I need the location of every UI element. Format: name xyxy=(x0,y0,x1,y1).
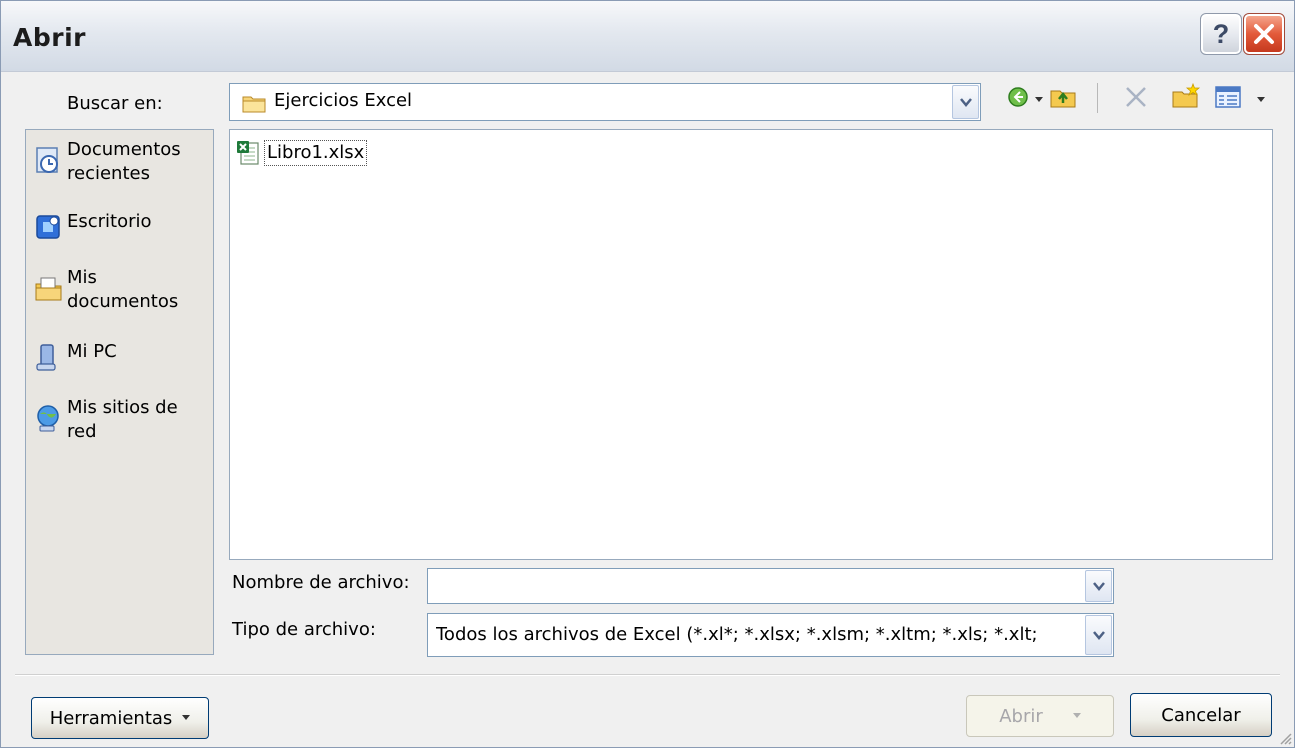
excel-file-icon xyxy=(237,141,259,165)
tools-button-label: Herramientas xyxy=(49,707,173,729)
views-dropdown-icon[interactable] xyxy=(1257,97,1265,103)
resize-grip-icon[interactable] xyxy=(1278,731,1292,745)
place-desktop[interactable]: Escritorio xyxy=(34,210,212,244)
filename-input[interactable] xyxy=(432,573,1076,601)
place-my-documents[interactable]: Mis documentos xyxy=(34,266,212,314)
recent-documents-icon xyxy=(36,147,58,173)
filename-label: Nombre de archivo: xyxy=(232,572,410,593)
back-icon[interactable] xyxy=(1007,86,1029,108)
filetype-label: Tipo de archivo: xyxy=(232,619,376,640)
filetype-value: Todos los archivos de Excel (*.xl*; *.xl… xyxy=(436,624,1038,645)
desktop-icon xyxy=(36,215,60,239)
question-mark-icon: ? xyxy=(1212,18,1230,49)
up-one-level-icon[interactable] xyxy=(1049,85,1077,109)
toolbar-divider xyxy=(1097,83,1098,113)
open-dropdown-icon xyxy=(1072,713,1081,718)
delete-icon[interactable] xyxy=(1124,85,1148,109)
filetype-dropdown-button[interactable] xyxy=(1085,615,1112,655)
place-label: Mis documentos xyxy=(67,267,179,312)
views-icon[interactable] xyxy=(1215,86,1241,108)
title-bar[interactable]: Abrir ? xyxy=(1,1,1294,72)
place-label: Mis sitios de red xyxy=(67,397,178,442)
filename-label-text: Nombre de archivo: xyxy=(232,572,410,593)
filename-dropdown-button[interactable] xyxy=(1085,570,1112,602)
place-label: Escritorio xyxy=(67,211,152,232)
open-button-label: Abrir xyxy=(999,705,1043,727)
filename-combo[interactable] xyxy=(427,568,1114,604)
filetype-label-text: Tipo de archivo: xyxy=(232,619,376,640)
cancel-button[interactable]: Cancelar xyxy=(1130,693,1272,737)
look-in-label-text: Buscar en: xyxy=(67,93,163,114)
back-dropdown-icon[interactable] xyxy=(1035,97,1043,103)
places-bar: Documentos recientes Escritorio Mis docu… xyxy=(25,129,214,655)
file-name: Libro1.xlsx xyxy=(264,140,368,166)
close-icon xyxy=(1254,24,1274,44)
place-recent-documents[interactable]: Documentos recientes xyxy=(34,138,212,186)
look-in-label: Buscar en: xyxy=(67,93,163,114)
dialog-title: Abrir xyxy=(13,23,86,52)
chevron-down-icon xyxy=(1092,581,1105,591)
help-button[interactable]: ? xyxy=(1200,13,1242,55)
place-label: Documentos recientes xyxy=(67,139,181,184)
place-network-places[interactable]: Mis sitios de red xyxy=(34,396,212,444)
look-in-dropdown-button[interactable] xyxy=(952,85,979,119)
filetype-combo[interactable]: Todos los archivos de Excel (*.xl*; *.xl… xyxy=(427,613,1114,657)
close-button[interactable] xyxy=(1243,13,1285,55)
open-dialog: Abrir ? Buscar en: Ejercicios Excel Docu… xyxy=(0,0,1295,748)
look-in-value: Ejercicios Excel xyxy=(274,90,413,111)
footer-separator xyxy=(15,674,1280,676)
cancel-button-label: Cancelar xyxy=(1161,704,1241,726)
tools-dropdown-icon xyxy=(182,715,191,720)
file-list[interactable]: Libro1.xlsx xyxy=(229,129,1273,560)
look-in-combo[interactable]: Ejercicios Excel xyxy=(229,83,981,121)
place-my-computer[interactable]: Mi PC xyxy=(34,340,212,374)
chevron-down-icon xyxy=(1092,630,1105,640)
folder-icon xyxy=(242,96,266,113)
network-places-icon xyxy=(37,405,59,432)
tools-button[interactable]: Herramientas xyxy=(31,697,209,739)
my-computer-icon xyxy=(36,344,56,371)
file-item-libro1[interactable]: Libro1.xlsx xyxy=(236,140,368,166)
chevron-down-icon xyxy=(959,97,972,107)
new-folder-icon[interactable] xyxy=(1171,83,1201,109)
place-label: Mi PC xyxy=(67,341,117,362)
my-documents-icon xyxy=(35,277,62,301)
open-button[interactable]: Abrir xyxy=(966,695,1114,737)
